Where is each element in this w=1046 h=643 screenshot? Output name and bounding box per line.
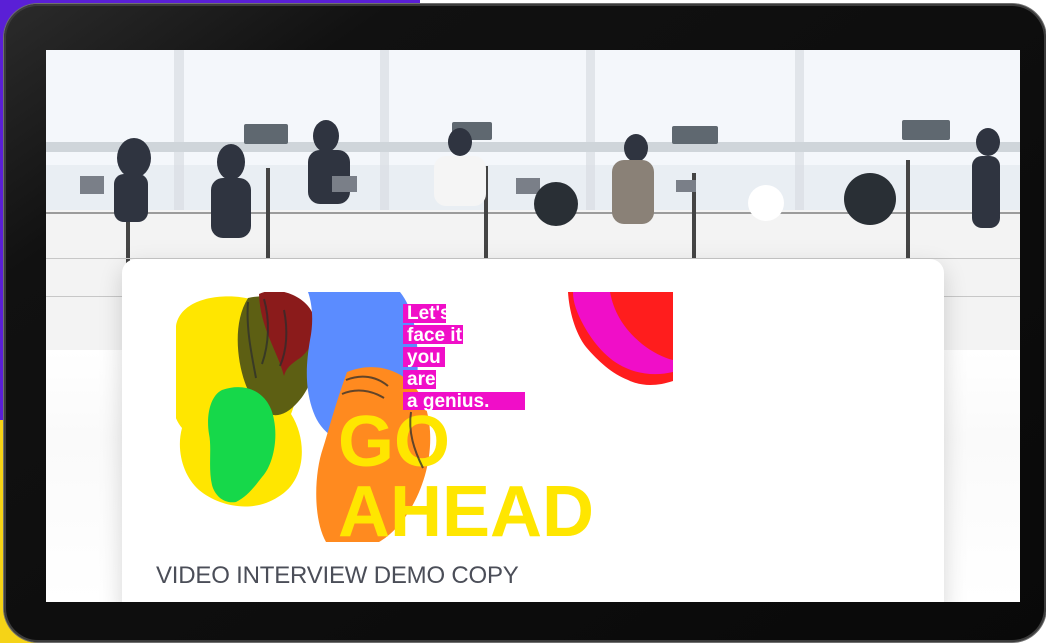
screenshot-scene: Let's face it, you are a genius. GO AHEA… [0,0,1046,643]
go-ahead-poster: Let's face it, you are a genius. GO AHEA… [176,292,673,542]
tablet-screen: Let's face it, you are a genius. GO AHEA… [46,50,1020,602]
poster-line-3: you [407,347,441,368]
card-title[interactable]: VIDEO INTERVIEW DEMO COPY [156,562,519,590]
poster-line-1: Let's [407,303,451,324]
poster-headline-ahead: AHEAD [338,472,594,542]
poster-headline-go: GO [338,402,450,482]
interview-card[interactable]: Let's face it, you are a genius. GO AHEA… [122,259,944,602]
poster-line-4: are [407,369,436,390]
poster-line-2: face it, [407,325,467,346]
poster-artwork: Let's face it, you are a genius. GO AHEA… [176,292,673,542]
tablet-device: Let's face it, you are a genius. GO AHEA… [4,4,1046,642]
